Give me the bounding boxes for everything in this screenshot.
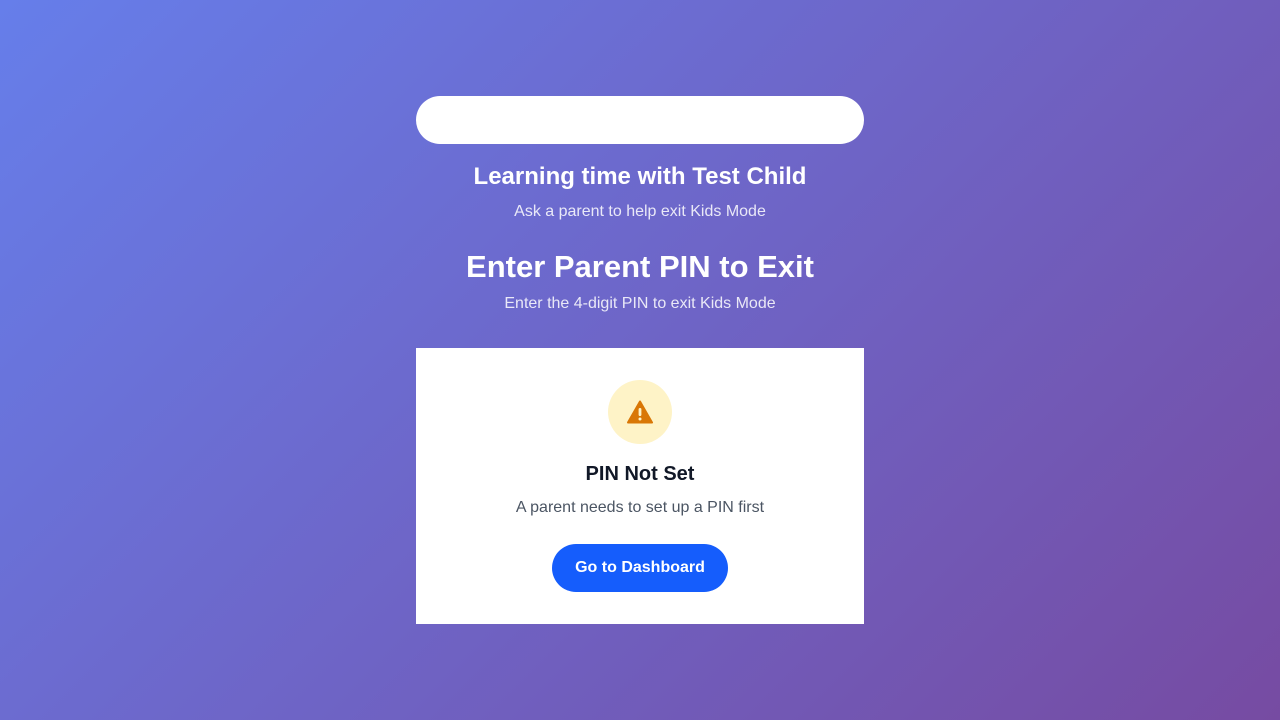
pin-title: Enter Parent PIN to Exit	[466, 249, 814, 284]
top-pill-bar	[416, 96, 864, 144]
warning-icon	[627, 400, 653, 424]
pin-subtitle: Enter the 4-digit PIN to exit Kids Mode	[504, 295, 776, 312]
go-to-dashboard-button[interactable]: Go to Dashboard	[552, 544, 728, 592]
learning-title: Learning time with Test Child	[473, 163, 807, 190]
card-title: PIN Not Set	[585, 463, 695, 485]
warning-badge	[608, 380, 672, 444]
learning-subtitle: Ask a parent to help exit Kids Mode	[514, 203, 766, 220]
pin-not-set-card: PIN Not Set A parent needs to set up a P…	[416, 348, 864, 624]
card-message: A parent needs to set up a PIN first	[515, 499, 765, 516]
